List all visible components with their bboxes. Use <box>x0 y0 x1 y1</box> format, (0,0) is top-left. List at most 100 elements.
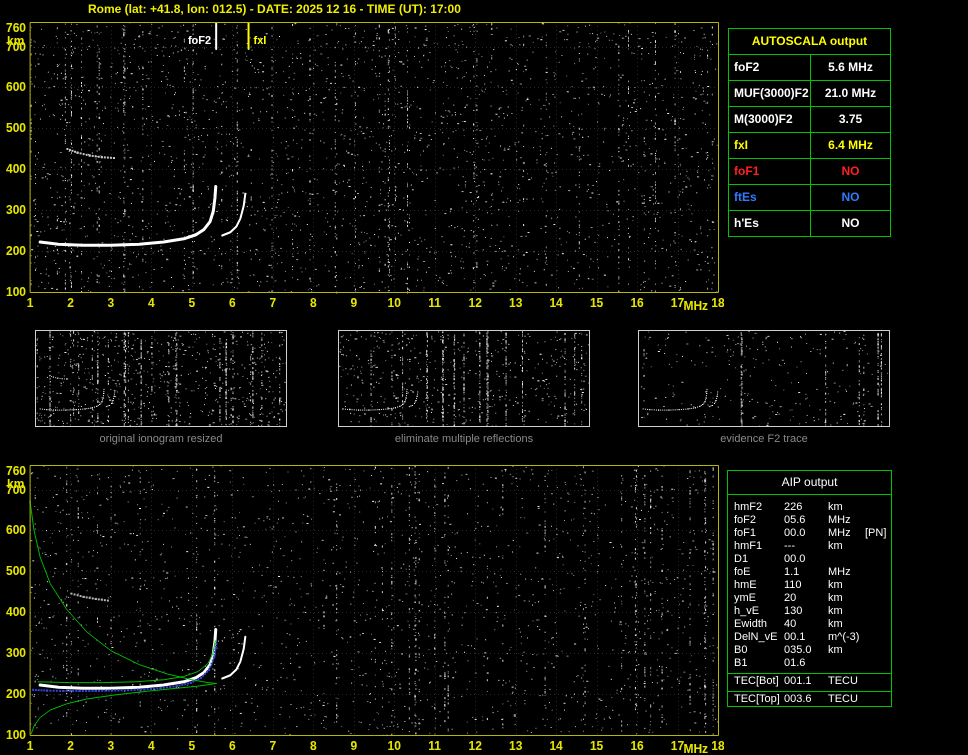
param-unit: km <box>828 618 843 630</box>
param-name: ymE <box>734 592 756 604</box>
param-note <box>865 631 891 644</box>
param-label: foF1 <box>729 159 811 184</box>
param-name: hmE <box>734 579 757 591</box>
autoscala-row-foF1: foF1 NO <box>729 159 890 185</box>
autoscala-row-foF2: foF2 5.6 MHz <box>729 55 890 81</box>
param-unit: MHz <box>828 566 851 578</box>
param-note <box>865 605 891 618</box>
autoscala-table-header: AUTOSCALA output <box>729 29 890 55</box>
param-note <box>865 644 891 657</box>
param-unit: km <box>828 540 843 552</box>
aip-row-hmF1: hmF1 --- km <box>728 540 891 553</box>
param-value: 00.0 <box>784 553 806 565</box>
aip-row-tec-bot: TEC[Bot] 001.1 TECU <box>728 675 891 688</box>
aip-row-B0: B0 035.0 km <box>728 644 891 657</box>
thumbnail-plot <box>639 331 889 426</box>
param-value: 5.6 MHz <box>828 60 873 74</box>
page-title: Rome (lat: +41.8, lon: 012.5) - DATE: 20… <box>88 2 461 16</box>
aip-row-B1: B1 01.6 <box>728 657 891 670</box>
param-name: hmF1 <box>734 540 763 552</box>
aip-table-header: AIP output <box>728 471 891 495</box>
param-unit: MHz <box>828 527 851 539</box>
aip-row-hmE: hmE 110 km <box>728 579 891 592</box>
param-value: NO <box>841 164 860 178</box>
thumbnail-evidence-f2-trace <box>638 330 890 427</box>
param-unit: km <box>828 644 843 656</box>
param-value: 001.1 <box>784 675 812 687</box>
param-value: 003.6 <box>784 693 812 705</box>
param-name: TEC[Bot] <box>734 675 779 687</box>
param-unit: km <box>828 579 843 591</box>
param-name: foF1 <box>734 527 757 539</box>
aip-row-foE: foE 1.1 MHz <box>728 566 891 579</box>
param-note <box>865 501 891 514</box>
aip-output-table: AIP output hmF2 226 km foF2 05.6 MHz foF… <box>727 470 892 707</box>
ionogram-main-plot <box>0 20 724 312</box>
param-value: 00.0 <box>784 527 806 539</box>
autoscala-row-muf: MUF(3000)F2 21.0 MHz <box>729 81 890 107</box>
param-unit: m^(-3) <box>828 631 860 643</box>
param-label: foF2 <box>729 55 811 80</box>
param-name: TEC[Top] <box>734 693 780 705</box>
param-unit: MHz <box>828 514 851 526</box>
aip-row-foF2: foF2 05.6 MHz <box>728 514 891 527</box>
thumbnail-caption: eliminate multiple reflections <box>394 433 534 445</box>
param-label: M(3000)F2 <box>729 107 811 132</box>
autoscala-row-ftEs: ftEs NO <box>729 185 890 211</box>
param-note <box>865 579 891 592</box>
param-value: NO <box>841 190 860 204</box>
param-unit <box>828 657 865 670</box>
autoscala-row-hEs: h'Es NO <box>729 211 890 236</box>
thumbnail-plot <box>36 331 286 426</box>
aip-row-hmF2: hmF2 226 km <box>728 501 891 514</box>
param-value: 00.1 <box>784 631 806 643</box>
param-label: MUF(3000)F2 <box>729 81 811 106</box>
param-note <box>865 514 891 527</box>
param-note <box>865 566 891 579</box>
param-note: [PN] <box>865 527 887 539</box>
param-note <box>865 540 891 553</box>
param-name: DelN_vE <box>734 631 778 643</box>
param-name: D1 <box>734 553 749 565</box>
param-name: B1 <box>734 657 748 669</box>
aip-row-ymE: ymE 20 km <box>728 592 891 605</box>
param-label: ftEs <box>729 185 811 210</box>
autoscala-window: Rome (lat: +41.8, lon: 012.5) - DATE: 20… <box>0 0 968 755</box>
param-label: fxI <box>729 133 811 158</box>
param-unit: km <box>828 605 843 617</box>
param-unit: km <box>828 501 843 513</box>
param-label: h'Es <box>729 211 811 236</box>
param-name: foF2 <box>734 514 757 526</box>
param-unit: TECU <box>828 693 858 705</box>
param-value: 6.4 MHz <box>828 138 873 152</box>
param-value: --- <box>784 540 795 552</box>
thumbnail-caption: original ionogram resized <box>99 433 223 445</box>
aip-row-hvE: h_vE 130 km <box>728 605 891 618</box>
aip-row-DelN: DelN_vE 00.1 m^(-3) <box>728 631 891 644</box>
autoscala-row-fxI: fxI 6.4 MHz <box>729 133 890 159</box>
param-note <box>865 553 891 566</box>
param-name: B0 <box>734 644 748 656</box>
param-value: 20 <box>784 592 797 604</box>
param-unit <box>828 553 865 566</box>
param-value: 130 <box>784 605 803 617</box>
thumbnail-original-ionogram <box>35 330 287 427</box>
param-value: 035.0 <box>784 644 812 656</box>
aip-row-foF1: foF1 00.0 MHz [PN] <box>728 527 891 540</box>
param-note <box>865 618 891 631</box>
aip-row-Ewidth: Ewidth 40 km <box>728 618 891 631</box>
aip-row-D1: D1 00.0 <box>728 553 891 566</box>
param-name: Ewidth <box>734 618 768 630</box>
param-unit: km <box>828 592 843 604</box>
ionogram-profile-plot <box>0 463 724 755</box>
thumbnail-plot <box>339 331 589 426</box>
thumbnail-eliminate-reflections <box>338 330 590 427</box>
param-name: hmF2 <box>734 501 763 513</box>
aip-row-tec-top: TEC[Top] 003.6 TECU <box>728 693 891 706</box>
param-value: 1.1 <box>784 566 800 578</box>
param-value: 40 <box>784 618 797 630</box>
autoscala-row-m3000: M(3000)F2 3.75 <box>729 107 890 133</box>
param-value: 3.75 <box>838 112 863 126</box>
param-unit: TECU <box>828 675 858 687</box>
param-name: foE <box>734 566 751 578</box>
